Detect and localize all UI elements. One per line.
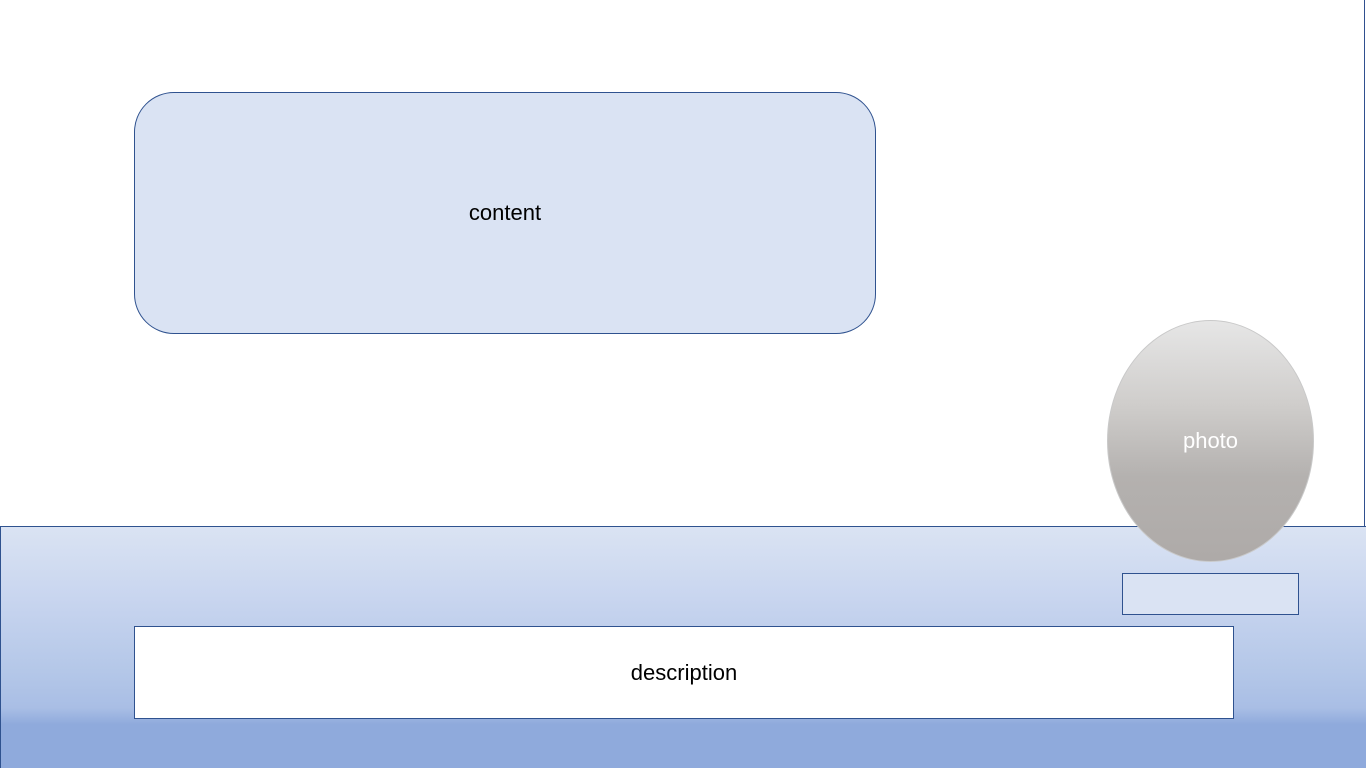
photo-label: photo — [1182, 428, 1239, 453]
slide-canvas: content photo description — [0, 0, 1366, 768]
content-label: content — [468, 200, 542, 225]
content-box[interactable]: content — [134, 92, 876, 334]
caption-box[interactable] — [1122, 573, 1299, 615]
description-label: description — [630, 659, 738, 685]
photo-placeholder[interactable]: photo — [1107, 320, 1314, 562]
description-box[interactable]: description — [134, 626, 1234, 719]
